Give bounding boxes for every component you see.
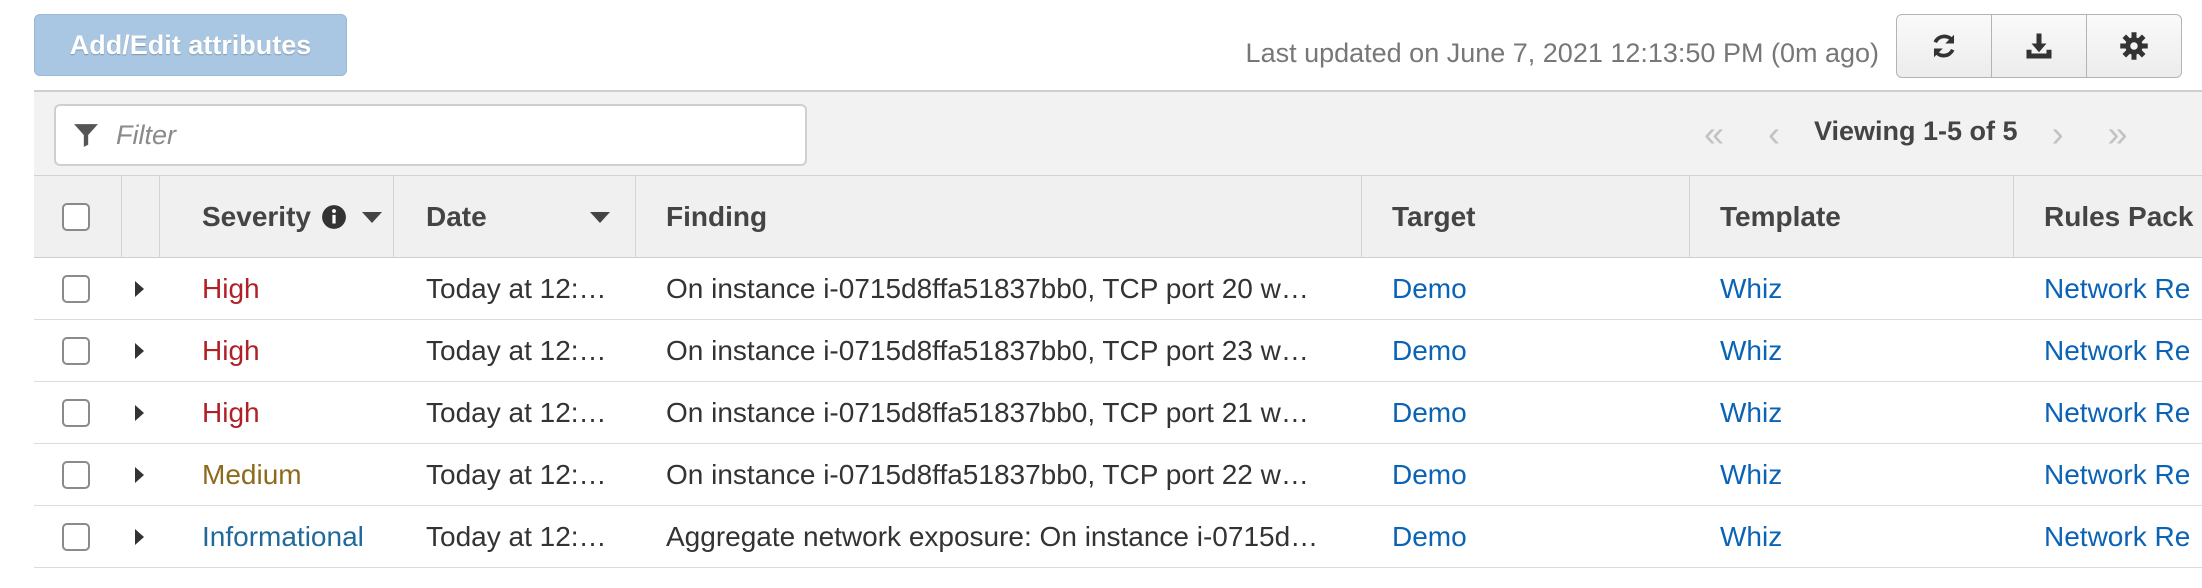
download-button[interactable]	[1991, 14, 2087, 78]
table-row[interactable]: High Today at 12:… On instance i-0715d8f…	[34, 382, 2202, 444]
target-link[interactable]: Demo	[1392, 444, 1682, 506]
download-icon	[2026, 33, 2052, 59]
column-header-template[interactable]: Template	[1690, 176, 2014, 258]
filter-field[interactable]	[54, 104, 807, 166]
findings-table-panel: « ‹ Viewing 1-5 of 5 › » Severity Date F…	[34, 90, 2202, 588]
previous-page-button[interactable]: ‹	[1744, 113, 1804, 155]
first-page-button[interactable]: «	[1684, 113, 1744, 155]
template-header-label: Template	[1720, 201, 1841, 232]
expand-row-button[interactable]	[135, 506, 155, 568]
toolbar: Add/Edit attributes Last updated on June…	[0, 0, 2202, 90]
row-checkbox[interactable]	[62, 399, 90, 427]
severity-value: Informational	[202, 521, 364, 552]
info-icon[interactable]	[321, 204, 347, 230]
filter-funnel-icon	[56, 122, 116, 148]
row-checkbox-cell	[62, 320, 102, 382]
finding-value: Aggregate network exposure: On instance …	[666, 521, 1319, 552]
date-value: Today at 12:…	[426, 397, 607, 428]
template-link[interactable]: Whiz	[1720, 444, 2010, 506]
severity-header-label: Severity	[202, 201, 311, 232]
select-all-checkbox[interactable]	[62, 203, 90, 231]
table-row[interactable]: High Today at 12:… On instance i-0715d8f…	[34, 320, 2202, 382]
column-header-rules-package[interactable]: Rules Pack	[2014, 176, 2202, 258]
row-checkbox[interactable]	[62, 275, 90, 303]
finding-value: On instance i-0715d8ffa51837bb0, TCP por…	[666, 459, 1309, 490]
settings-gear-icon	[2120, 32, 2148, 60]
finding-header-label: Finding	[666, 201, 768, 232]
target-link[interactable]: Demo	[1392, 320, 1682, 382]
rules-package-link[interactable]: Network Re	[2044, 382, 2202, 444]
template-link[interactable]: Whiz	[1720, 506, 2010, 568]
date-header-label: Date	[426, 201, 487, 232]
toolbar-button-group	[1896, 14, 2182, 78]
target-link[interactable]: Demo	[1392, 258, 1682, 320]
filter-bar: « ‹ Viewing 1-5 of 5 › »	[34, 92, 2202, 176]
expand-caret-icon	[135, 343, 144, 359]
expand-column-header	[122, 176, 160, 258]
expand-row-button[interactable]	[135, 382, 155, 444]
date-value: Today at 12:…	[426, 335, 607, 366]
expand-caret-icon	[135, 405, 144, 421]
date-value: Today at 12:…	[426, 521, 607, 552]
severity-value: High	[202, 335, 260, 366]
last-updated-text: Last updated on June 7, 2021 12:13:50 PM…	[1245, 38, 1879, 68]
rules-package-link[interactable]: Network Re	[2044, 444, 2202, 506]
rules-package-link[interactable]: Network Re	[2044, 258, 2202, 320]
column-header-date[interactable]: Date	[394, 176, 636, 258]
row-checkbox[interactable]	[62, 337, 90, 365]
expand-row-button[interactable]	[135, 320, 155, 382]
sort-caret-icon	[362, 212, 382, 223]
column-header-finding[interactable]: Finding	[636, 176, 1362, 258]
table-row[interactable]: Medium Today at 12:… On instance i-0715d…	[34, 444, 2202, 506]
target-link[interactable]: Demo	[1392, 506, 1682, 568]
severity-value: High	[202, 397, 260, 428]
finding-value: On instance i-0715d8ffa51837bb0, TCP por…	[666, 273, 1309, 304]
refresh-button[interactable]	[1896, 14, 1992, 78]
column-header-target[interactable]: Target	[1362, 176, 1690, 258]
finding-value: On instance i-0715d8ffa51837bb0, TCP por…	[666, 397, 1309, 428]
pagination: « ‹ Viewing 1-5 of 5 › »	[1684, 92, 2148, 176]
row-checkbox[interactable]	[62, 461, 90, 489]
add-edit-attributes-button[interactable]: Add/Edit attributes	[34, 14, 347, 76]
table-header: Severity Date Finding Target Template Ru…	[34, 176, 2202, 258]
row-checkbox[interactable]	[62, 523, 90, 551]
target-link[interactable]: Demo	[1392, 382, 1682, 444]
expand-caret-icon	[135, 529, 144, 545]
settings-button[interactable]	[2086, 14, 2182, 78]
filter-input[interactable]	[116, 119, 796, 151]
row-checkbox-cell	[62, 258, 102, 320]
template-link[interactable]: Whiz	[1720, 320, 2010, 382]
finding-value: On instance i-0715d8ffa51837bb0, TCP por…	[666, 335, 1309, 366]
severity-value: High	[202, 273, 260, 304]
row-checkbox-cell	[62, 506, 102, 568]
template-link[interactable]: Whiz	[1720, 382, 2010, 444]
row-checkbox-cell	[62, 382, 102, 444]
date-value: Today at 12:…	[426, 459, 607, 490]
last-page-button[interactable]: »	[2088, 113, 2148, 155]
table-row[interactable]: High Today at 12:… On instance i-0715d8f…	[34, 258, 2202, 320]
template-link[interactable]: Whiz	[1720, 258, 2010, 320]
refresh-icon	[1933, 34, 1955, 58]
viewing-count: Viewing 1-5 of 5	[1814, 115, 2018, 146]
row-checkbox-cell	[62, 444, 102, 506]
rules-package-header-label: Rules Pack	[2044, 201, 2194, 232]
rules-package-link[interactable]: Network Re	[2044, 320, 2202, 382]
expand-caret-icon	[135, 281, 144, 297]
sort-caret-icon	[590, 212, 610, 223]
expand-row-button[interactable]	[135, 444, 155, 506]
date-value: Today at 12:…	[426, 273, 607, 304]
expand-caret-icon	[135, 467, 144, 483]
expand-row-button[interactable]	[135, 258, 155, 320]
rules-package-link[interactable]: Network Re	[2044, 506, 2202, 568]
column-header-severity[interactable]: Severity	[160, 176, 394, 258]
select-all-cell	[34, 176, 122, 258]
next-page-button[interactable]: ›	[2028, 113, 2088, 155]
severity-value: Medium	[202, 459, 302, 490]
table-row[interactable]: Informational Today at 12:… Aggregate ne…	[34, 506, 2202, 568]
target-header-label: Target	[1392, 201, 1476, 232]
